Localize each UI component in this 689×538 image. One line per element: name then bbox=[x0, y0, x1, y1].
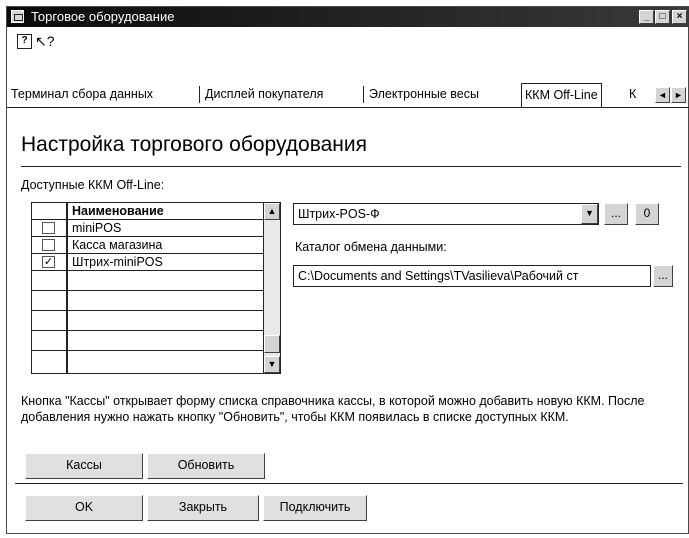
table-row[interactable]: miniPOS bbox=[32, 220, 263, 237]
check-cell bbox=[32, 220, 68, 236]
divider bbox=[15, 483, 683, 484]
toolbar: ? ↖? bbox=[7, 27, 689, 55]
table-scrollbar[interactable]: ▲ ▼ bbox=[263, 203, 280, 373]
check-cell bbox=[32, 291, 68, 310]
title-bar: Торговое оборудование _ □ × bbox=[7, 7, 689, 27]
row-checkbox-checked[interactable]: ✓ bbox=[42, 256, 55, 268]
divider bbox=[21, 166, 681, 167]
device-select-ellipsis-button[interactable]: ... bbox=[604, 203, 628, 225]
close-dialog-button[interactable]: Закрыть bbox=[147, 495, 259, 521]
table-row-empty[interactable] bbox=[32, 271, 263, 291]
window-title: Торговое оборудование bbox=[31, 9, 175, 24]
row-checkbox[interactable] bbox=[42, 222, 55, 234]
check-cell: ✓ bbox=[32, 254, 68, 270]
maximize-button[interactable]: □ bbox=[655, 10, 670, 24]
kassy-button[interactable]: Кассы bbox=[25, 453, 143, 479]
check-cell bbox=[32, 311, 68, 330]
table-row-empty[interactable] bbox=[32, 291, 263, 311]
available-kkm-label: Доступные ККМ Off-Line: bbox=[21, 178, 165, 192]
refresh-button[interactable]: Обновить bbox=[147, 453, 265, 479]
check-cell bbox=[32, 351, 68, 373]
scroll-thumb[interactable] bbox=[264, 335, 280, 353]
tab-customer-display[interactable]: Дисплей покупателя bbox=[205, 87, 323, 101]
table-row[interactable]: Касса магазина bbox=[32, 237, 263, 254]
column-header-name[interactable]: Наименование bbox=[72, 204, 164, 218]
check-cell bbox=[32, 331, 68, 350]
table-row[interactable]: ✓ Штрих-miniPOS bbox=[32, 254, 263, 271]
catalog-label: Каталог обмена данными: bbox=[295, 240, 447, 254]
kkm-table: Наименование miniPOS Касса магазина ✓ Шт… bbox=[31, 202, 281, 374]
row-checkbox[interactable] bbox=[42, 239, 55, 251]
tabs-scroll-left[interactable]: ◄ bbox=[655, 87, 670, 103]
row-name: Касса магазина bbox=[72, 238, 163, 252]
check-cell bbox=[32, 271, 68, 290]
chevron-down-icon[interactable]: ▼ bbox=[581, 204, 598, 224]
help-note: Кнопка "Кассы" открывает форму списка сп… bbox=[21, 394, 645, 424]
row-name: Штрих-miniPOS bbox=[72, 255, 163, 269]
check-cell bbox=[32, 237, 68, 253]
minimize-button[interactable]: _ bbox=[639, 10, 654, 24]
table-row-empty[interactable] bbox=[32, 311, 263, 331]
page-title: Настройка торгового оборудования bbox=[21, 133, 368, 156]
help-icon[interactable]: ? bbox=[17, 34, 32, 49]
tab-data-terminal[interactable]: Терминал сбора данных bbox=[11, 87, 153, 101]
catalog-path-field[interactable]: C:\Documents and Settings\TVasilieva\Раб… bbox=[293, 265, 651, 287]
ok-button[interactable]: OK bbox=[25, 495, 143, 521]
close-button[interactable]: × bbox=[672, 10, 687, 24]
row-name: miniPOS bbox=[72, 221, 122, 235]
tab-truncated[interactable]: К bbox=[629, 87, 636, 101]
tab-bar: Терминал сбора данных Дисплей покупателя… bbox=[7, 83, 689, 108]
connect-button[interactable]: Подключить bbox=[263, 495, 367, 521]
window: Торговое оборудование _ □ × ? ↖? Термина… bbox=[6, 6, 689, 534]
table-row-empty[interactable] bbox=[32, 351, 263, 373]
tab-separator bbox=[363, 86, 364, 103]
device-clear-button[interactable]: 0 bbox=[635, 203, 659, 225]
table-header: Наименование bbox=[32, 203, 263, 220]
device-select[interactable]: Штрих-POS-Ф bbox=[293, 203, 599, 225]
scroll-up-icon[interactable]: ▲ bbox=[264, 203, 280, 220]
tabs-scroll-right[interactable]: ► bbox=[671, 87, 686, 103]
header-check-cell bbox=[32, 203, 68, 219]
tab-electronic-scales[interactable]: Электронные весы bbox=[369, 87, 479, 101]
whats-this-icon[interactable]: ↖? bbox=[35, 33, 55, 49]
tab-separator bbox=[199, 86, 200, 103]
table-row-empty[interactable] bbox=[32, 331, 263, 351]
scroll-down-icon[interactable]: ▼ bbox=[264, 356, 280, 373]
tab-kkm-offline[interactable]: ККМ Off-Line bbox=[521, 83, 602, 107]
browse-button[interactable]: ... bbox=[653, 265, 673, 287]
app-icon bbox=[11, 10, 24, 23]
